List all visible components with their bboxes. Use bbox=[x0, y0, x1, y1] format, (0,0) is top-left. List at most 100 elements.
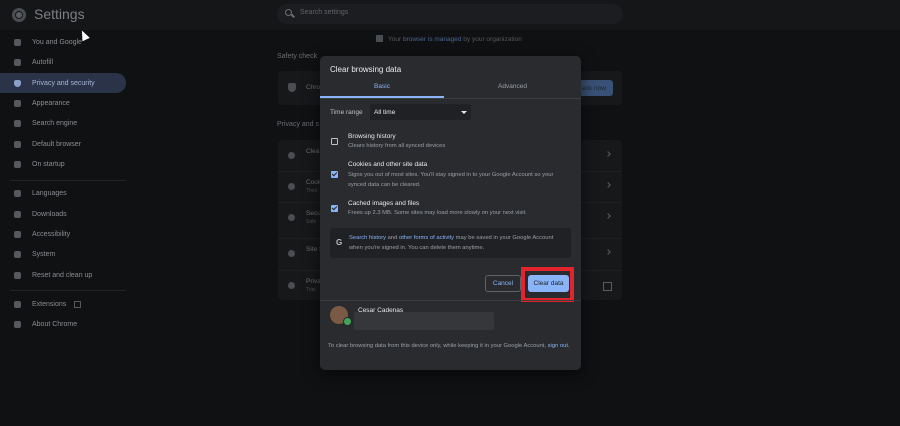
sidebar-item-downloads[interactable]: Downloads bbox=[0, 204, 126, 224]
dialog-title: Clear browsing data bbox=[330, 65, 402, 74]
chevron-right-icon bbox=[605, 213, 611, 219]
sidebar-item-label: Privacy and security bbox=[32, 79, 95, 87]
activity-link[interactable]: other forms of activity bbox=[399, 235, 454, 241]
external-link-icon bbox=[74, 300, 82, 308]
sidebar-item-label: Languages bbox=[32, 189, 67, 197]
row-title: Clea bbox=[306, 148, 320, 155]
sidebar-item-system[interactable]: System bbox=[0, 244, 126, 264]
search-icon bbox=[285, 9, 292, 16]
managed-link[interactable]: browser is managed bbox=[403, 36, 462, 43]
settings-window: Settings Search settings You and Google … bbox=[0, 0, 900, 426]
sidebar-divider bbox=[10, 180, 126, 181]
search-history-link[interactable]: Search history bbox=[349, 235, 386, 241]
footer-text: To clear browsing data from this device … bbox=[328, 341, 573, 351]
managed-notice: Your browser is managed by your organiza… bbox=[376, 35, 522, 43]
row-subtitle: Safe bbox=[306, 219, 317, 225]
cached-images-checkbox[interactable] bbox=[331, 205, 338, 212]
sidebar-item-label: On startup bbox=[32, 160, 65, 168]
sidebar-item-label: Accessibility bbox=[32, 230, 71, 238]
managed-suffix: by your organization bbox=[463, 36, 522, 43]
highlight-box bbox=[521, 267, 574, 302]
clipboard-icon bbox=[14, 58, 21, 66]
sidebar-item-label: You and Google bbox=[32, 38, 82, 46]
sidebar-item-languages[interactable]: Languages bbox=[0, 183, 126, 203]
trash-icon bbox=[288, 152, 295, 159]
dialog-divider bbox=[320, 300, 581, 301]
top-bar: Settings Search settings bbox=[0, 0, 900, 30]
option-title: Cookies and other site data bbox=[348, 161, 428, 168]
search-icon bbox=[14, 119, 21, 127]
sidebar-item-autofill[interactable]: Autofill bbox=[0, 52, 126, 72]
sliders-icon bbox=[288, 250, 295, 257]
palette-icon bbox=[14, 99, 21, 107]
option-description: Clears history from all synced devices bbox=[348, 143, 446, 149]
chevron-right-icon bbox=[605, 151, 611, 157]
power-icon bbox=[14, 160, 21, 168]
puzzle-icon bbox=[14, 300, 21, 308]
tab-basic[interactable]: Basic bbox=[320, 83, 444, 97]
sidebar-item-default-browser[interactable]: Default browser bbox=[0, 134, 126, 154]
building-icon bbox=[376, 35, 383, 42]
chrome-icon bbox=[14, 320, 21, 328]
sidebar-item-appearance[interactable]: Appearance bbox=[0, 93, 126, 113]
chrome-logo-icon bbox=[12, 8, 26, 22]
google-note-text: Search history and other forms of activi… bbox=[349, 233, 564, 253]
security-icon bbox=[288, 214, 295, 221]
globe-icon bbox=[14, 189, 21, 197]
search-placeholder: Search settings bbox=[300, 9, 349, 16]
clear-browsing-data-dialog: Clear browsing data Basic Advanced Time … bbox=[320, 56, 581, 370]
dropdown-caret-icon bbox=[461, 111, 467, 114]
sidebar-item-you-and-google[interactable]: You and Google bbox=[0, 32, 126, 52]
row-title: Priva bbox=[306, 278, 321, 285]
cookies-checkbox[interactable] bbox=[331, 171, 338, 178]
shield-icon bbox=[288, 83, 296, 92]
sidebar-item-on-startup[interactable]: On startup bbox=[0, 154, 126, 174]
sidebar-item-accessibility[interactable]: Accessibility bbox=[0, 224, 126, 244]
sidebar-item-label: System bbox=[32, 250, 56, 258]
external-link-icon[interactable] bbox=[603, 282, 612, 291]
row-title: Secu bbox=[306, 210, 321, 217]
sidebar-item-label: Default browser bbox=[32, 140, 82, 148]
option-title: Browsing history bbox=[348, 133, 396, 140]
app-title: Settings bbox=[34, 6, 85, 22]
privacy-heading: Privacy and s bbox=[277, 121, 320, 128]
footer-body: To clear browsing data from this device … bbox=[328, 343, 548, 349]
sidebar: You and Google Autofill Privacy and secu… bbox=[0, 30, 130, 426]
sidebar-item-label: About Chrome bbox=[32, 320, 78, 328]
safety-check-heading: Safety check bbox=[277, 53, 318, 60]
reset-icon bbox=[14, 271, 21, 279]
sidebar-item-search-engine[interactable]: Search engine bbox=[0, 113, 126, 133]
row-subtitle: Third bbox=[306, 188, 318, 194]
browser-icon bbox=[14, 140, 21, 148]
sidebar-item-reset-and-clean-up[interactable]: Reset and clean up bbox=[0, 265, 126, 285]
download-icon bbox=[14, 210, 21, 218]
sidebar-item-label: Autofill bbox=[32, 58, 54, 66]
user-name: Cesar Cadenas bbox=[358, 307, 404, 314]
flask-icon bbox=[288, 282, 295, 289]
row-subtitle: Trial bbox=[306, 287, 316, 293]
row-title: Cook bbox=[306, 179, 322, 186]
sidebar-item-label: Search engine bbox=[32, 119, 78, 127]
tab-advanced[interactable]: Advanced bbox=[444, 83, 581, 97]
time-range-value: All time bbox=[374, 109, 396, 116]
user-email-redacted bbox=[354, 312, 494, 330]
option-title: Cached images and files bbox=[348, 200, 420, 207]
sidebar-item-label: Extensions bbox=[32, 300, 67, 308]
time-range-label: Time range bbox=[330, 109, 363, 116]
chevron-right-icon bbox=[605, 249, 611, 255]
sign-out-link[interactable]: sign out. bbox=[548, 343, 570, 349]
sidebar-divider bbox=[10, 290, 126, 291]
note-text: and bbox=[386, 235, 399, 241]
sidebar-item-label: Appearance bbox=[32, 99, 70, 107]
safety-row-text: Chro bbox=[306, 84, 321, 91]
chevron-right-icon bbox=[605, 182, 611, 188]
sync-badge-icon bbox=[343, 317, 352, 326]
sidebar-item-privacy-and-security[interactable]: Privacy and security bbox=[0, 73, 126, 93]
sidebar-item-extensions[interactable]: Extensions bbox=[0, 294, 126, 314]
sidebar-item-about-chrome[interactable]: About Chrome bbox=[0, 314, 126, 334]
cancel-button[interactable]: Cancel bbox=[485, 275, 521, 292]
browsing-history-checkbox[interactable] bbox=[331, 138, 338, 145]
tab-divider bbox=[320, 98, 581, 99]
shield-icon bbox=[14, 79, 21, 87]
wrench-icon bbox=[14, 250, 21, 258]
